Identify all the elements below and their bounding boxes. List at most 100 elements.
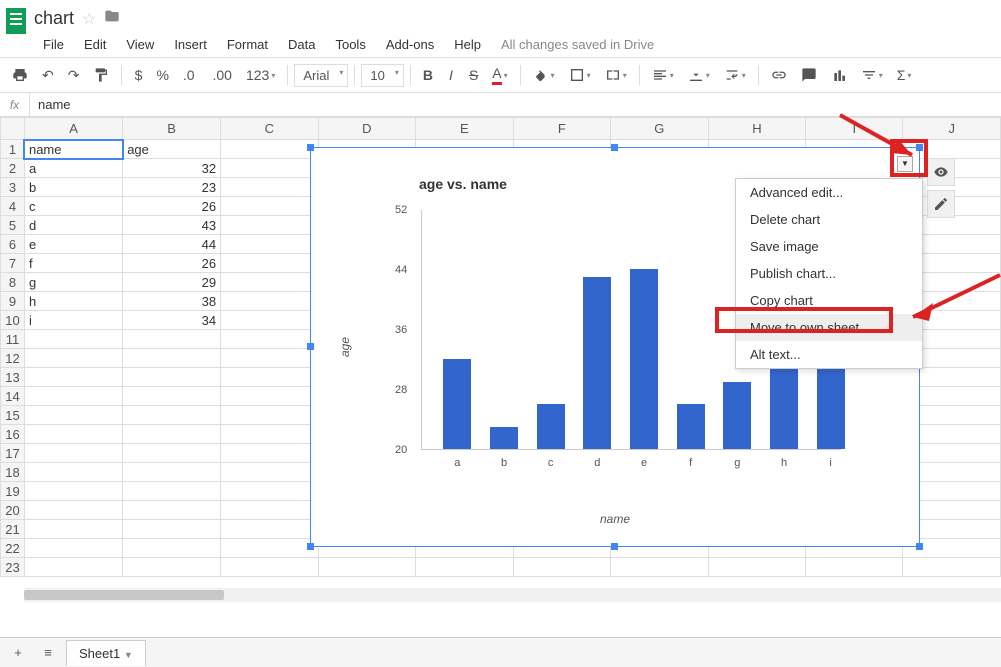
italic-button[interactable]: I: [441, 63, 461, 87]
menu-edit[interactable]: Edit: [75, 33, 115, 56]
cell[interactable]: f: [24, 254, 122, 273]
chart-menu-button[interactable]: ▼: [897, 156, 913, 172]
ctx-item-move-to-own-sheet[interactable]: Move to own sheet...: [736, 314, 922, 341]
row-header[interactable]: 15: [1, 406, 25, 425]
cell[interactable]: [221, 349, 319, 368]
menu-help[interactable]: Help: [445, 33, 490, 56]
row-header[interactable]: 9: [1, 292, 25, 311]
cell[interactable]: [221, 235, 319, 254]
cell[interactable]: d: [24, 216, 122, 235]
cell[interactable]: b: [24, 178, 122, 197]
cell[interactable]: [221, 368, 319, 387]
cell[interactable]: [221, 539, 319, 558]
view-mode-button[interactable]: [927, 158, 955, 186]
ctx-item-copy-chart[interactable]: Copy chart: [736, 287, 922, 314]
merge-button[interactable]: [599, 63, 633, 87]
col-header[interactable]: I: [806, 118, 903, 140]
cell[interactable]: [221, 197, 319, 216]
row-header[interactable]: 6: [1, 235, 25, 254]
cell[interactable]: [221, 140, 319, 159]
star-icon[interactable]: ☆: [82, 9, 96, 29]
cell[interactable]: [416, 558, 514, 577]
col-header[interactable]: G: [611, 118, 709, 140]
ctx-item-advanced-edit[interactable]: Advanced edit...: [736, 179, 922, 206]
row-header[interactable]: 23: [1, 558, 25, 577]
col-header[interactable]: C: [221, 118, 319, 140]
cell[interactable]: [221, 273, 319, 292]
menu-file[interactable]: File: [34, 33, 73, 56]
cell[interactable]: [24, 520, 122, 539]
all-sheets-button[interactable]: ≡: [36, 641, 60, 665]
text-color-button[interactable]: A: [486, 61, 513, 89]
font-size-select[interactable]: 10: [361, 64, 403, 87]
cell[interactable]: [318, 558, 416, 577]
add-sheet-button[interactable]: +: [6, 641, 30, 665]
col-header[interactable]: F: [513, 118, 610, 140]
cell[interactable]: i: [24, 311, 122, 330]
valign-button[interactable]: [682, 63, 716, 87]
strike-button[interactable]: S: [463, 63, 484, 87]
col-header[interactable]: J: [903, 118, 1001, 140]
cell[interactable]: [123, 539, 221, 558]
cell[interactable]: [221, 520, 319, 539]
menu-add-ons[interactable]: Add-ons: [377, 33, 443, 56]
cell[interactable]: name: [24, 140, 122, 159]
row-header[interactable]: 17: [1, 444, 25, 463]
edit-mode-button[interactable]: [927, 190, 955, 218]
row-header[interactable]: 20: [1, 501, 25, 520]
menu-data[interactable]: Data: [279, 33, 324, 56]
row-header[interactable]: 14: [1, 387, 25, 406]
menu-view[interactable]: View: [117, 33, 163, 56]
font-select[interactable]: Arial: [294, 64, 348, 87]
cell[interactable]: [221, 558, 319, 577]
row-header[interactable]: 5: [1, 216, 25, 235]
percent-button[interactable]: %: [150, 63, 174, 87]
col-header[interactable]: E: [416, 118, 514, 140]
cell[interactable]: [24, 349, 122, 368]
ctx-item-delete-chart[interactable]: Delete chart: [736, 206, 922, 233]
redo-button[interactable]: ↷: [62, 63, 86, 88]
col-header[interactable]: A: [24, 118, 122, 140]
currency-button[interactable]: $: [128, 63, 148, 87]
menu-format[interactable]: Format: [218, 33, 277, 56]
row-header[interactable]: 12: [1, 349, 25, 368]
cell[interactable]: age: [123, 140, 221, 159]
menu-tools[interactable]: Tools: [326, 33, 374, 56]
cell[interactable]: 38: [123, 292, 221, 311]
cell[interactable]: [24, 387, 122, 406]
borders-button[interactable]: [563, 63, 597, 87]
ctx-item-publish-chart[interactable]: Publish chart...: [736, 260, 922, 287]
chart-button[interactable]: [825, 63, 853, 87]
cell[interactable]: [123, 463, 221, 482]
embedded-chart[interactable]: ▼ age vs. name age 2028364452 abcdefghi …: [310, 147, 920, 547]
cell[interactable]: [123, 501, 221, 520]
cell[interactable]: h: [24, 292, 122, 311]
filter-button[interactable]: [855, 63, 889, 87]
cell[interactable]: [123, 482, 221, 501]
row-header[interactable]: 16: [1, 425, 25, 444]
cell[interactable]: [221, 330, 319, 349]
cell[interactable]: [221, 254, 319, 273]
cell[interactable]: [24, 558, 122, 577]
ctx-item-save-image[interactable]: Save image: [736, 233, 922, 260]
cell[interactable]: [24, 368, 122, 387]
col-header[interactable]: D: [318, 118, 416, 140]
cell[interactable]: 43: [123, 216, 221, 235]
cell[interactable]: [123, 330, 221, 349]
cell[interactable]: [221, 501, 319, 520]
cell[interactable]: 29: [123, 273, 221, 292]
menu-insert[interactable]: Insert: [165, 33, 216, 56]
cell[interactable]: [221, 311, 319, 330]
col-header[interactable]: H: [708, 118, 806, 140]
row-header[interactable]: 10: [1, 311, 25, 330]
row-header[interactable]: 1: [1, 140, 25, 159]
cell[interactable]: 23: [123, 178, 221, 197]
doc-name[interactable]: chart: [34, 8, 74, 29]
cell[interactable]: [123, 406, 221, 425]
cell[interactable]: [24, 330, 122, 349]
row-header[interactable]: 4: [1, 197, 25, 216]
link-button[interactable]: [765, 63, 793, 87]
cell[interactable]: [903, 558, 1001, 577]
more-formats-button[interactable]: 123: [240, 63, 281, 87]
row-header[interactable]: 18: [1, 463, 25, 482]
